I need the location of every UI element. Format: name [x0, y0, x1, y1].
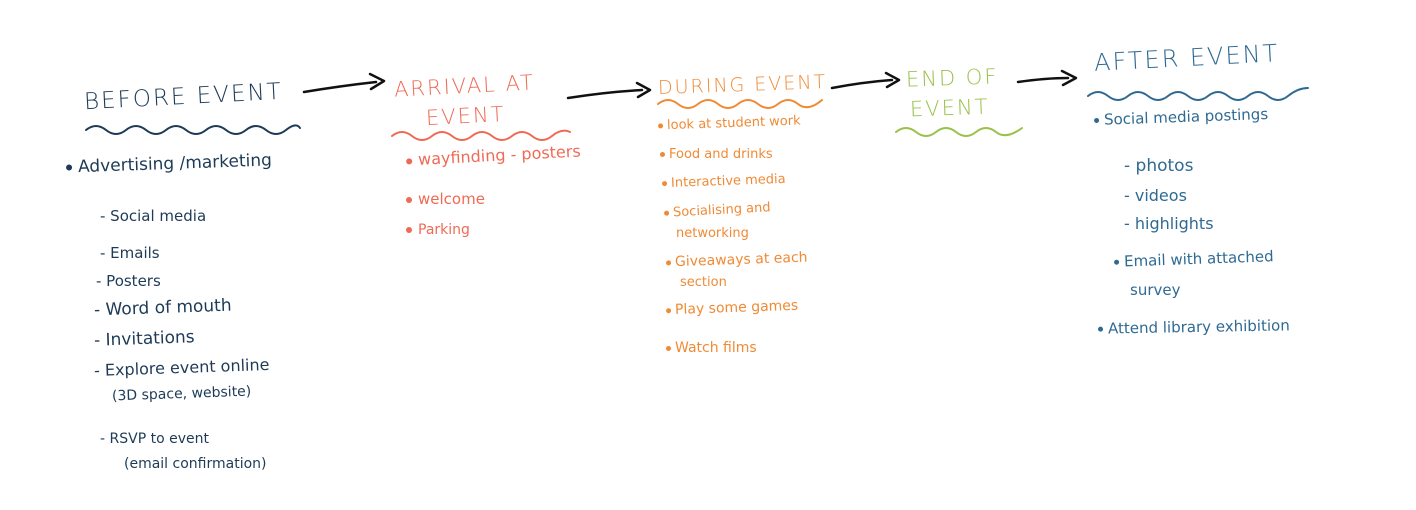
bullet-dot-icon: [665, 259, 672, 265]
arrival-underline: [391, 129, 571, 141]
after-item: Email with attached: [1113, 247, 1274, 271]
end-underline: [895, 127, 1023, 137]
bullet-dot-icon: [665, 307, 672, 313]
after-title: AFTER EVENT: [1093, 39, 1280, 77]
customer-journey-diagram: BEFORE EVENT Advertising /marketing - So…: [0, 0, 1416, 510]
arrow-during-to-end: [830, 71, 901, 90]
during-item: Socialising and: [663, 200, 771, 221]
during-underline: [657, 99, 823, 109]
bullet-dot-icon: [1093, 117, 1100, 124]
before-subitem: - Explore event online: [93, 354, 270, 381]
arrival-item-label: welcome: [418, 190, 485, 208]
before-subitem: (email confirmation): [124, 456, 267, 472]
during-item-label: Interactive media: [670, 171, 786, 191]
during-item: look at student work: [657, 113, 801, 134]
during-item-label: look at student work: [666, 113, 801, 134]
bullet-dot-icon: [657, 123, 664, 129]
after-item: Social media postings: [1093, 104, 1269, 129]
before-bullet-label: Advertising /marketing: [77, 150, 273, 178]
after-item-label: Email with attached: [1123, 247, 1274, 271]
before-subitem: (3D space, website): [111, 383, 252, 405]
bullet-dot-icon: [1097, 326, 1104, 332]
arrow-arrival-to-during: [566, 81, 652, 100]
after-item: Attend library exhibition: [1097, 316, 1290, 338]
end-title-line2: EVENT: [909, 94, 990, 122]
during-item: Food and drinks: [660, 147, 773, 162]
arrow-end-to-after: [1016, 69, 1078, 87]
bullet-dot-icon: [661, 180, 668, 187]
before-subitem: - Invitations: [93, 327, 195, 351]
during-item: Watch films: [666, 340, 757, 356]
arrival-item-label: Parking: [418, 222, 470, 238]
arrival-item-label: wayfinding - posters: [417, 141, 582, 169]
during-item: Interactive media: [661, 171, 786, 191]
during-item: Giveaways at each: [665, 249, 808, 271]
arrival-item: Parking: [406, 222, 470, 238]
bullet-dot-icon: [666, 345, 671, 351]
bullet-dot-icon: [406, 196, 412, 203]
before-subitem: - Word of mouth: [93, 295, 232, 321]
before-subitem: - RSVP to event: [100, 431, 209, 447]
arrival-item: wayfinding - posters: [406, 141, 581, 169]
before-title: BEFORE EVENT: [83, 78, 284, 116]
bullet-dot-icon: [406, 157, 413, 165]
bullet-dot-icon: [406, 227, 412, 233]
arrival-item: welcome: [406, 190, 485, 208]
during-item-label: Watch films: [675, 340, 757, 356]
during-item-label: Socialising and: [672, 200, 771, 221]
after-item-label: Attend library exhibition: [1107, 316, 1290, 338]
during-title: DURING EVENT: [657, 71, 828, 99]
bullet-dot-icon: [663, 210, 670, 216]
during-item-label: Play some games: [674, 297, 799, 318]
end-title-line1: END OF: [905, 64, 999, 92]
before-bullet: Advertising /marketing: [65, 150, 273, 178]
before-underline: [85, 124, 301, 135]
during-item-label: Food and drinks: [669, 147, 773, 162]
after-subitem: - highlights: [1124, 214, 1214, 233]
after-item-continuation: survey: [1130, 281, 1181, 299]
arrow-before-to-arrival: [302, 72, 386, 94]
after-underline: [1087, 87, 1309, 101]
before-subitem: - Emails: [100, 244, 160, 262]
bullet-dot-icon: [1113, 259, 1120, 265]
after-item-label: Social media postings: [1103, 104, 1269, 129]
arrival-title-line2: EVENT: [425, 101, 507, 131]
before-subitem: - Social media: [100, 207, 207, 225]
bullet-dot-icon: [65, 164, 73, 171]
during-item-label: Giveaways at each: [674, 249, 808, 271]
after-subitem: - videos: [1124, 186, 1187, 205]
during-item: Play some games: [665, 297, 799, 319]
bullet-dot-icon: [660, 152, 665, 157]
during-item-continuation: networking: [676, 226, 749, 241]
arrival-title-line1: ARRIVAL AT: [393, 70, 536, 102]
after-subitem: - photos: [1124, 156, 1194, 176]
during-item-continuation: section: [680, 275, 727, 290]
before-subitem: - Posters: [96, 272, 161, 290]
